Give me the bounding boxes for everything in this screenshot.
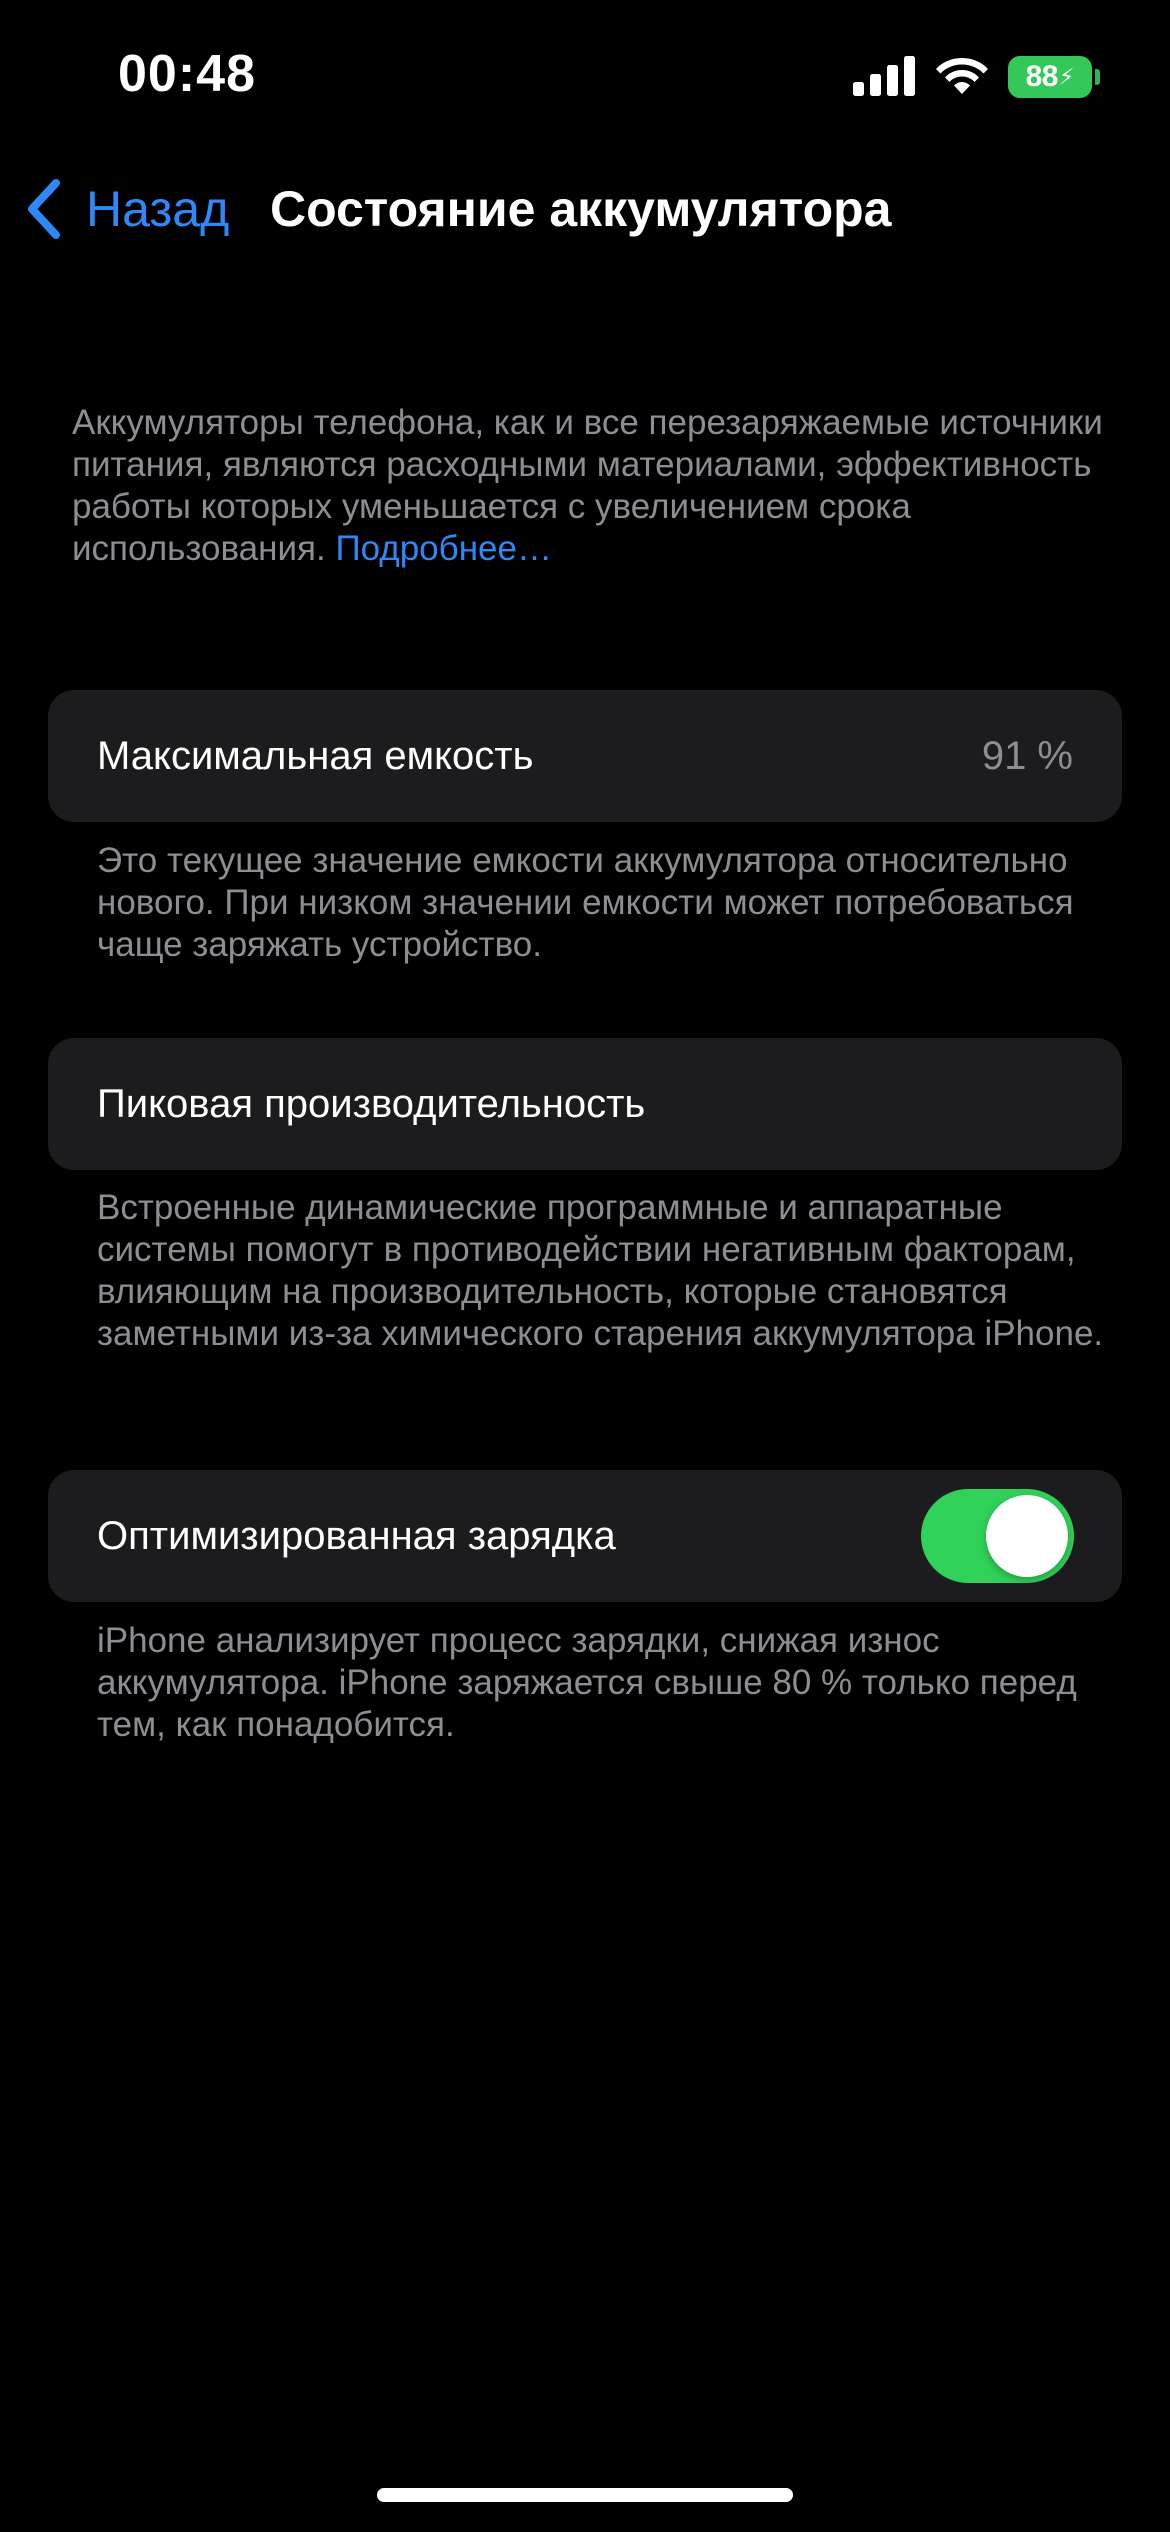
intro-description: Аккумуляторы телефона, как и все перезар… xyxy=(72,402,1112,570)
back-label: Назад xyxy=(86,181,230,237)
navigation-bar: Назад Состояние аккумулятора xyxy=(0,150,1170,270)
page-title: Состояние аккумулятора xyxy=(270,181,892,237)
optimized-charging-toggle[interactable] xyxy=(921,1489,1074,1583)
back-button[interactable]: Назад xyxy=(22,172,229,246)
maximum-capacity-value: 91 % xyxy=(981,734,1073,778)
optimized-charging-footnote: iPhone анализирует процесс зарядки, сниж… xyxy=(97,1621,1077,1744)
optimized-charging-label: Оптимизированная зарядка xyxy=(97,1514,616,1558)
peak-performance-row: Пиковая производительность xyxy=(48,1038,1122,1170)
maximum-capacity-row: Максимальная емкость 91 % xyxy=(48,690,1122,822)
toggle-knob xyxy=(986,1495,1068,1577)
status-time: 00:48 xyxy=(118,45,256,103)
intro-text: Аккумуляторы телефона, как и все перезар… xyxy=(72,403,1103,568)
chevron-left-icon xyxy=(28,179,60,239)
battery-level: 88 xyxy=(1025,60,1059,93)
learn-more-link[interactable]: Подробнее… xyxy=(335,529,552,568)
optimized-charging-row: Оптимизированная зарядка xyxy=(48,1470,1122,1602)
maximum-capacity-footnote: Это текущее значение емкости аккумулятор… xyxy=(97,841,1074,964)
peak-performance-footnote: Встроенные динамические программные и ап… xyxy=(97,1188,1104,1353)
battery-charging-icon: 88 ⚡ xyxy=(1008,56,1092,98)
wifi-icon xyxy=(936,58,988,94)
peak-performance-label: Пиковая производительность xyxy=(97,1082,646,1126)
maximum-capacity-label: Максимальная емкость xyxy=(97,734,534,778)
charging-bolt-icon: ⚡ xyxy=(1058,64,1075,89)
cellular-signal-icon xyxy=(853,56,915,96)
home-indicator[interactable] xyxy=(377,2488,793,2502)
battery-cap xyxy=(1095,69,1100,85)
status-bar: 00:48 88 ⚡ xyxy=(0,0,1170,150)
